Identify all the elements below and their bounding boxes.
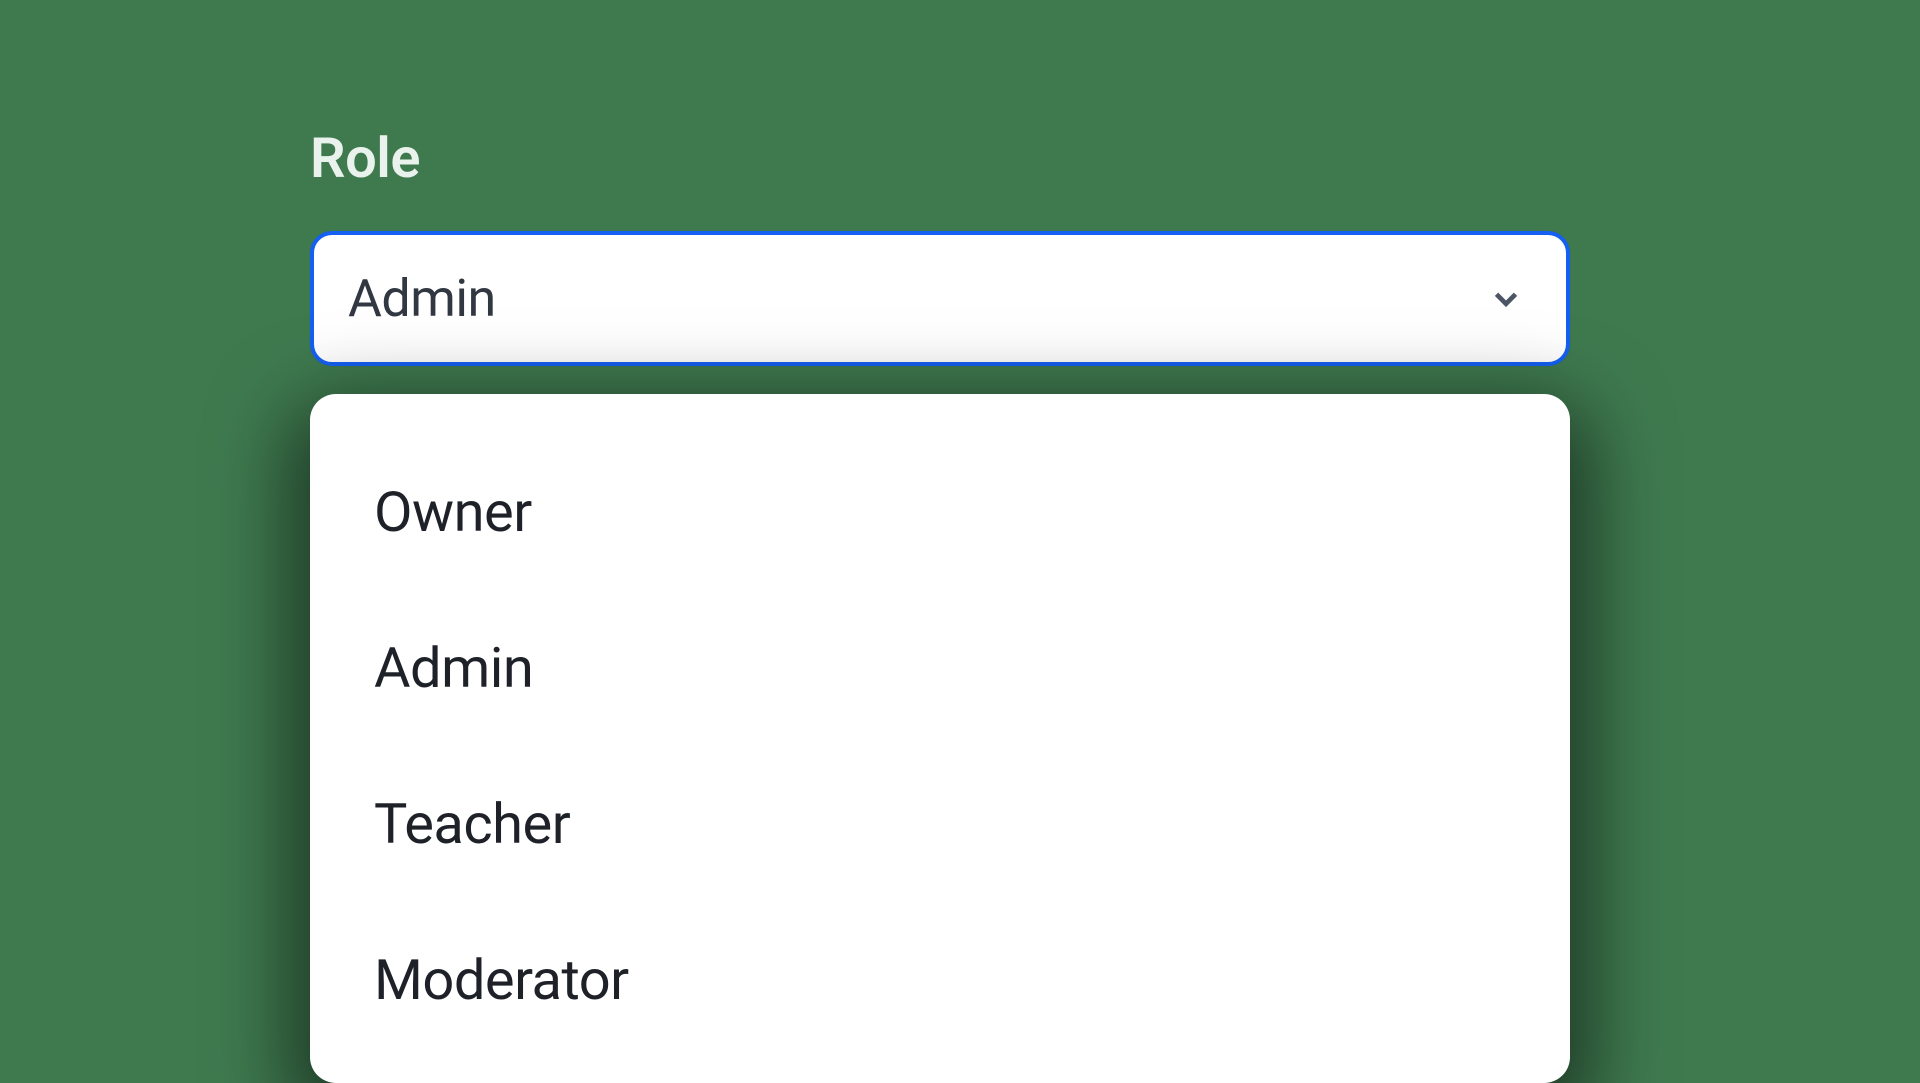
role-option-teacher[interactable]: Teacher <box>310 746 1570 902</box>
role-option-admin[interactable]: Admin <box>310 590 1570 746</box>
chevron-down-icon <box>1486 279 1526 319</box>
role-dropdown-panel: Owner Admin Teacher Moderator <box>310 394 1570 1083</box>
role-field-container: Role Admin Owner Admin Teacher Moderator <box>310 125 1570 1083</box>
role-option-moderator[interactable]: Moderator <box>310 902 1570 1043</box>
field-label: Role <box>310 125 1570 191</box>
role-select-value: Admin <box>348 268 496 329</box>
role-select[interactable]: Admin <box>310 231 1570 366</box>
role-option-owner[interactable]: Owner <box>310 434 1570 590</box>
